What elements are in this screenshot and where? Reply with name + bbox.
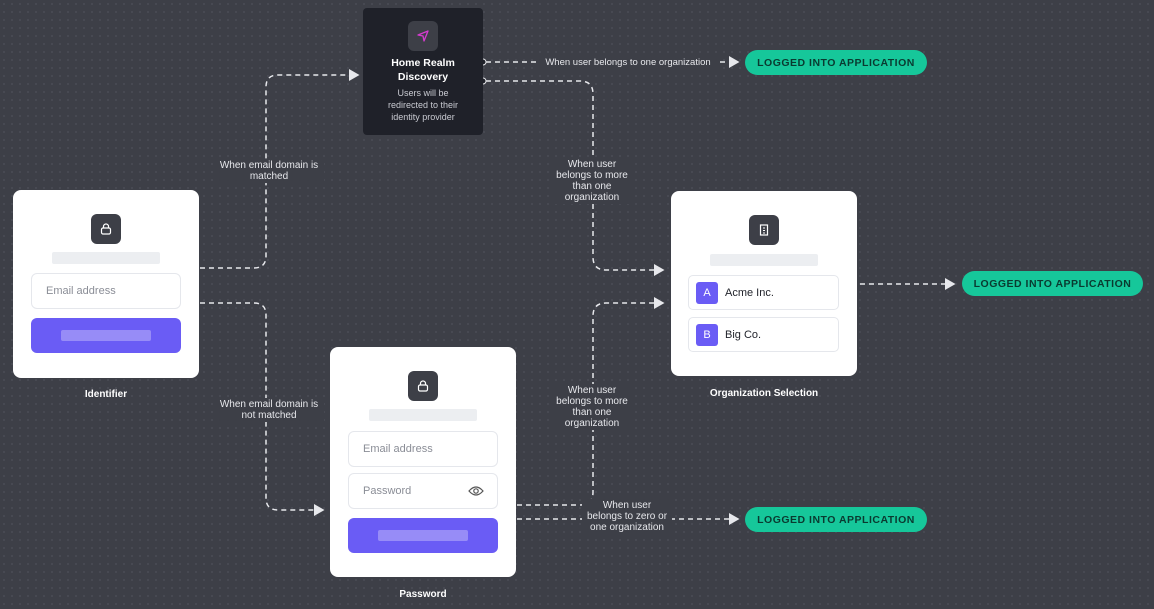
- edge-label-not-matched: When email domain is not matched: [214, 398, 324, 422]
- title-placeholder: [52, 252, 160, 264]
- org-selection-label: Organization Selection: [709, 388, 819, 399]
- org-name: Big Co.: [725, 328, 762, 341]
- navigation-arrow-icon: [408, 21, 438, 51]
- continue-button[interactable]: [31, 318, 181, 353]
- title-placeholder: [369, 409, 477, 421]
- email-field[interactable]: Email address: [31, 273, 181, 309]
- hrd-title: Home Realm Discovery: [391, 57, 455, 83]
- org-badge: A: [696, 281, 718, 304]
- org-name: Acme Inc.: [725, 286, 774, 299]
- logged-in-pill: LOGGED INTO APPLICATION: [962, 271, 1143, 296]
- hrd-description: Users will be redirected to their identi…: [387, 88, 459, 122]
- password-label: Password: [399, 589, 447, 600]
- logged-in-pill: LOGGED INTO APPLICATION: [745, 507, 927, 532]
- edge-label-more-than-one: When user belongs to more than one organ…: [553, 384, 631, 430]
- edge-label-one-org: When user belongs to one organization: [536, 56, 720, 69]
- eye-icon[interactable]: [468, 485, 484, 497]
- identifier-label: Identifier: [84, 389, 128, 400]
- edge-label-matched: When email domain is matched: [214, 159, 324, 183]
- org-option-bigco[interactable]: B Big Co.: [688, 317, 839, 352]
- edge-label-more-than-one: When user belongs to more than one organ…: [553, 158, 631, 204]
- lock-icon: [91, 214, 121, 244]
- home-realm-discovery-node: Home Realm Discovery Users will be redir…: [363, 8, 483, 135]
- building-icon: [749, 215, 779, 245]
- lock-icon: [408, 371, 438, 401]
- logged-in-pill: LOGGED INTO APPLICATION: [745, 50, 927, 75]
- email-field[interactable]: Email address: [348, 431, 498, 467]
- title-placeholder: [710, 254, 818, 266]
- password-placeholder: Password: [363, 485, 412, 497]
- edge-label-zero-or-one: When user belongs to zero or one organiz…: [582, 499, 672, 534]
- continue-button[interactable]: [348, 518, 498, 553]
- org-badge: B: [696, 323, 718, 346]
- identifier-card: Email address: [13, 190, 199, 378]
- password-field[interactable]: Password: [348, 473, 498, 509]
- password-card: Email address Password: [330, 347, 516, 577]
- org-option-acme[interactable]: A Acme Inc.: [688, 275, 839, 310]
